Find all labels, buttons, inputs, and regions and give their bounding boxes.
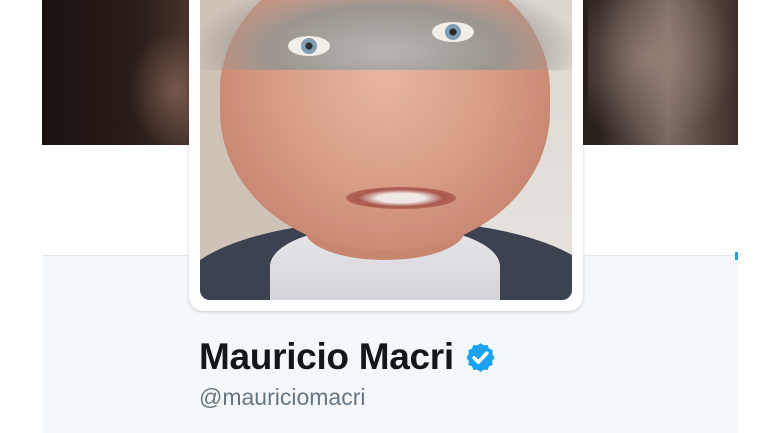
profile-page: Mauricio Macri @mauriciomacri <box>0 0 770 433</box>
banner-highlight-right <box>588 0 738 145</box>
profile-display-name[interactable]: Mauricio Macri <box>199 335 454 379</box>
avatar-mouth <box>346 187 456 209</box>
avatar-hair <box>200 0 572 70</box>
avatar[interactable] <box>200 0 572 300</box>
profile-handle[interactable]: @mauriciomacri <box>199 383 365 411</box>
verified-badge-icon[interactable] <box>464 341 497 374</box>
avatar-eye-right <box>432 22 474 42</box>
card-edge-accent <box>735 252 738 260</box>
profile-name-row: Mauricio Macri <box>199 335 497 379</box>
avatar-eye-left <box>288 36 330 56</box>
